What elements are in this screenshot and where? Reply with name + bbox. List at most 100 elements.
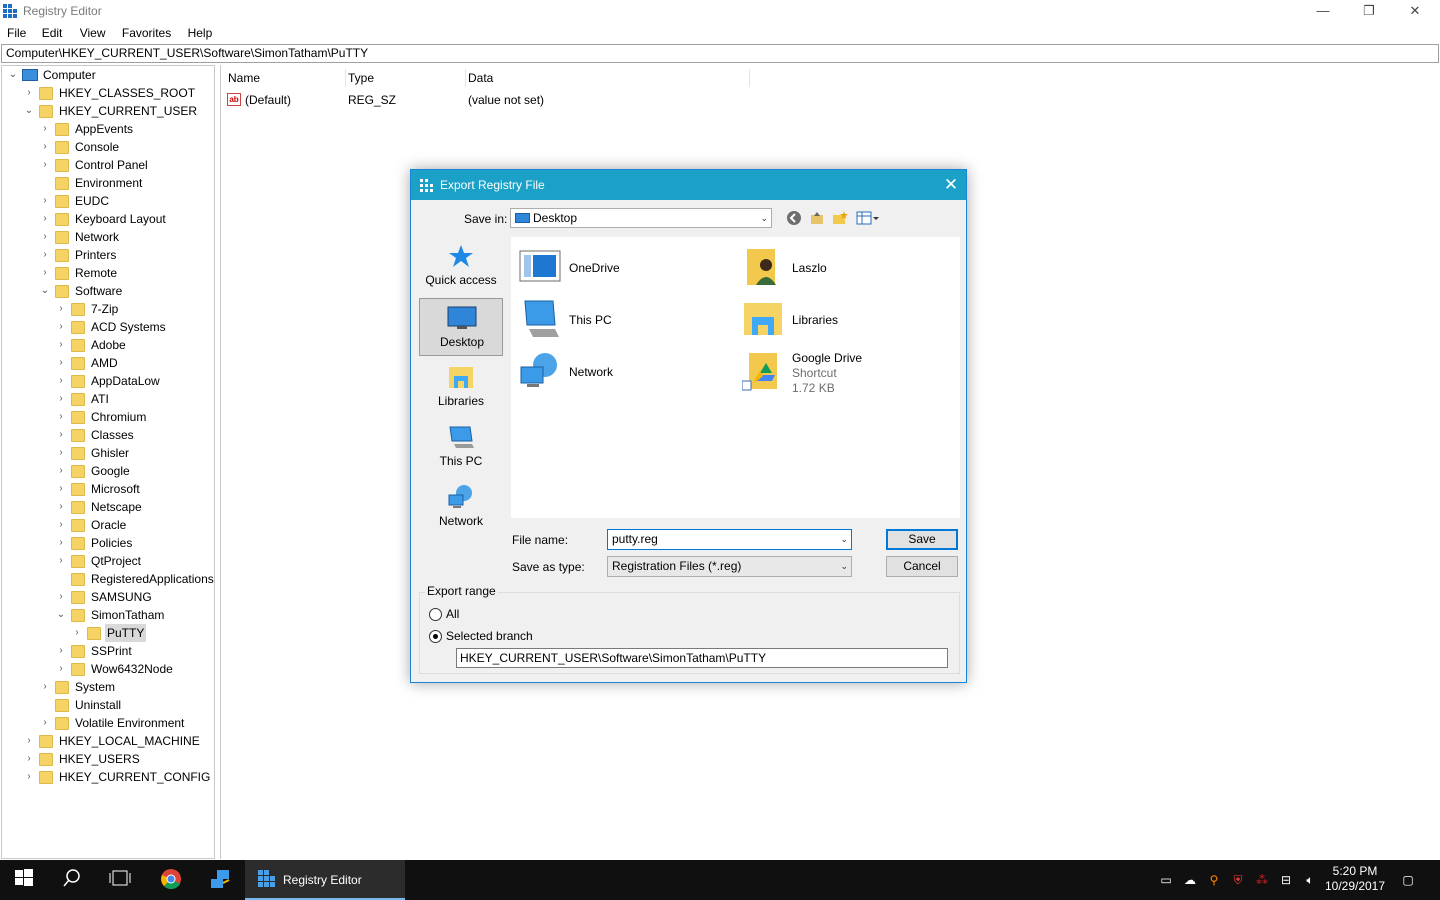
radio-selected-branch[interactable]: [429, 630, 442, 643]
tree-item[interactable]: › Classes: [2, 426, 214, 444]
file-item-google-drive[interactable]: Google Drive Shortcut 1.72 KB: [742, 351, 952, 395]
search-icon[interactable]: [60, 868, 84, 892]
chevron-right-icon[interactable]: ›: [40, 678, 50, 696]
file-name-input[interactable]: putty.reg ⌄: [607, 529, 852, 550]
tree-item[interactable]: › Remote: [2, 264, 214, 282]
chevron-right-icon[interactable]: ›: [24, 732, 34, 750]
tree-item[interactable]: ⌄ Software: [2, 282, 214, 300]
place-network[interactable]: Network: [419, 478, 503, 536]
tree-item[interactable]: › HKEY_CURRENT_CONFIG: [2, 768, 214, 786]
network-tray-icon[interactable]: ⊟: [1278, 872, 1294, 888]
cloud-upload-icon[interactable]: ☁: [1182, 872, 1198, 888]
chevron-right-icon[interactable]: ›: [56, 462, 66, 480]
chevron-right-icon[interactable]: ›: [56, 336, 66, 354]
shield-icon[interactable]: ⛨: [1230, 872, 1246, 888]
chevron-right-icon[interactable]: ›: [56, 516, 66, 534]
chevron-down-icon[interactable]: ⌄: [840, 530, 848, 548]
chevron-right-icon[interactable]: ›: [40, 192, 50, 210]
chevron-down-icon[interactable]: ⌄: [56, 606, 66, 624]
file-item-network[interactable]: Network: [519, 351, 719, 395]
chevron-right-icon[interactable]: ›: [24, 84, 34, 102]
selected-branch-input[interactable]: HKEY_CURRENT_USER\Software\SimonTatham\P…: [456, 648, 948, 668]
place-desktop[interactable]: Desktop: [419, 298, 503, 356]
menu-help[interactable]: Help: [175, 24, 213, 42]
tree-item[interactable]: › Keyboard Layout: [2, 210, 214, 228]
file-item-onedrive[interactable]: OneDrive: [519, 247, 719, 291]
tree-item[interactable]: › AMD: [2, 354, 214, 372]
menu-edit[interactable]: Edit: [30, 24, 63, 42]
tree-item-computer[interactable]: ⌄ Computer: [2, 66, 214, 84]
chevron-right-icon[interactable]: ›: [40, 228, 50, 246]
tree-item[interactable]: › PuTTY: [2, 624, 214, 642]
back-icon[interactable]: [785, 210, 803, 228]
maximize-button[interactable]: ❐: [1346, 0, 1392, 22]
clock[interactable]: 5:20 PM 10/29/2017: [1322, 864, 1388, 894]
tree-item[interactable]: › Oracle: [2, 516, 214, 534]
file-item-this-pc[interactable]: This PC: [519, 299, 719, 343]
up-folder-icon[interactable]: [808, 210, 826, 228]
tree-item[interactable]: › SSPrint: [2, 642, 214, 660]
file-item-laszlo[interactable]: Laszlo: [742, 247, 952, 291]
chevron-right-icon[interactable]: ›: [40, 210, 50, 228]
chevron-right-icon[interactable]: ›: [40, 138, 50, 156]
tree-item[interactable]: Uninstall: [2, 696, 214, 714]
tree-item[interactable]: › Chromium: [2, 408, 214, 426]
cancel-button[interactable]: Cancel: [886, 556, 958, 577]
tree-item[interactable]: › Google: [2, 462, 214, 480]
action-center-icon[interactable]: ▢: [1399, 872, 1417, 888]
terminal-icon[interactable]: ▭: [1158, 872, 1174, 888]
save-in-combo[interactable]: Desktop ⌄: [510, 208, 772, 228]
tree-item[interactable]: › System: [2, 678, 214, 696]
chevron-right-icon[interactable]: ›: [56, 498, 66, 516]
tree-item[interactable]: › QtProject: [2, 552, 214, 570]
chevron-right-icon[interactable]: ›: [72, 624, 82, 642]
chevron-right-icon[interactable]: ›: [40, 120, 50, 138]
file-list[interactable]: OneDrive Laszlo This PC Libraries Networ…: [511, 237, 960, 518]
chevron-right-icon[interactable]: ›: [56, 642, 66, 660]
task-view-icon[interactable]: [108, 868, 132, 892]
group-icon[interactable]: ⁂: [1254, 872, 1270, 888]
save-as-type-select[interactable]: Registration Files (*.reg) ⌄: [607, 556, 852, 577]
tree-item[interactable]: › Adobe: [2, 336, 214, 354]
tree-item[interactable]: › ACD Systems: [2, 318, 214, 336]
tree-item-hkcu[interactable]: ⌄ HKEY_CURRENT_USER: [2, 102, 214, 120]
volume-icon[interactable]: 🔈︎: [1302, 872, 1318, 888]
menu-favorites[interactable]: Favorites: [109, 24, 171, 42]
column-header-type[interactable]: Type: [348, 69, 466, 87]
tree-item[interactable]: › Control Panel: [2, 156, 214, 174]
chevron-right-icon[interactable]: ›: [56, 444, 66, 462]
view-menu-icon[interactable]: [855, 210, 881, 228]
taskbar-app-registry-editor[interactable]: Registry Editor: [245, 860, 405, 900]
radio-all[interactable]: [429, 608, 442, 621]
tree-item[interactable]: Environment: [2, 174, 214, 192]
tree-item[interactable]: › Volatile Environment: [2, 714, 214, 732]
tree-item[interactable]: RegisteredApplications: [2, 570, 214, 588]
radio-all-label[interactable]: All: [446, 607, 459, 621]
chevron-down-icon[interactable]: ⌄: [40, 282, 50, 300]
value-name[interactable]: (Default): [245, 91, 291, 109]
file-item-libraries[interactable]: Libraries: [742, 299, 952, 343]
chevron-right-icon[interactable]: ›: [56, 534, 66, 552]
tree-item[interactable]: › Console: [2, 138, 214, 156]
tree-item[interactable]: › ATI: [2, 390, 214, 408]
address-bar[interactable]: Computer\HKEY_CURRENT_USER\Software\Simo…: [1, 44, 1439, 63]
menu-view[interactable]: View: [66, 24, 106, 42]
close-button[interactable]: ✕: [1392, 0, 1438, 22]
tree-item[interactable]: › HKEY_LOCAL_MACHINE: [2, 732, 214, 750]
chevron-right-icon[interactable]: ›: [56, 660, 66, 678]
dialog-close-button[interactable]: ✕: [940, 174, 962, 196]
chrome-icon[interactable]: [159, 868, 183, 892]
tree-item[interactable]: › Microsoft: [2, 480, 214, 498]
menu-file[interactable]: File: [0, 24, 26, 42]
chevron-right-icon[interactable]: ›: [56, 480, 66, 498]
chevron-right-icon[interactable]: ›: [40, 264, 50, 282]
chevron-right-icon[interactable]: ›: [56, 390, 66, 408]
chevron-right-icon[interactable]: ›: [56, 552, 66, 570]
chevron-right-icon[interactable]: ›: [40, 246, 50, 264]
network-monitor-icon[interactable]: [208, 868, 232, 892]
chevron-right-icon[interactable]: ›: [56, 372, 66, 390]
chevron-down-icon[interactable]: ⌄: [8, 66, 18, 84]
place-quick-access[interactable]: Quick access: [419, 237, 503, 295]
radio-selected-branch-label[interactable]: Selected branch: [446, 629, 533, 643]
chevron-right-icon[interactable]: ›: [56, 318, 66, 336]
